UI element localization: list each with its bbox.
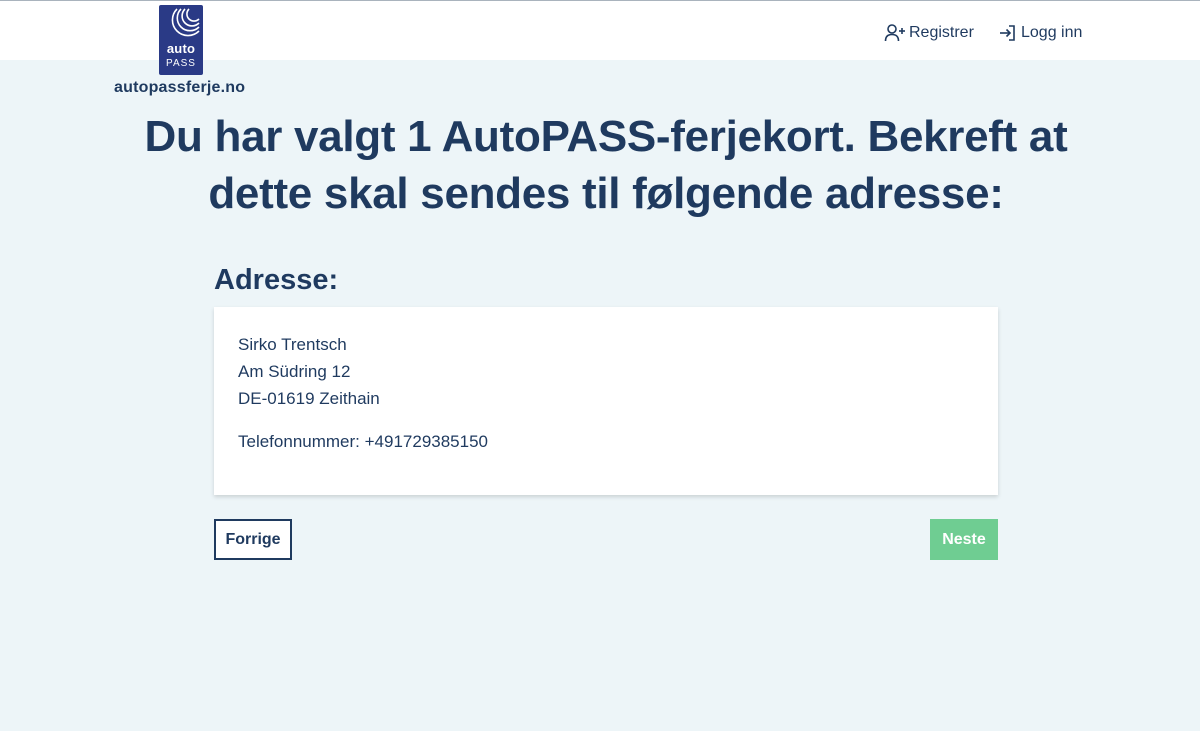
logo-text-pass: PASS — [166, 58, 196, 69]
login-label: Logg inn — [1021, 24, 1083, 41]
previous-button[interactable]: Forrige — [214, 519, 292, 560]
user-plus-icon — [884, 24, 905, 42]
login-link[interactable]: Logg inn — [998, 22, 1082, 44]
logo-text-auto: auto — [166, 41, 196, 56]
next-button[interactable]: Neste — [930, 519, 998, 560]
address-heading: Adresse: — [214, 264, 339, 296]
page-title: Du har valgt 1 AutoPASS-ferjekort. Bekre… — [144, 112, 1068, 218]
address-postal-city: DE-01619 Zeithain — [238, 389, 380, 408]
autopass-logo[interactable]: auto PASS — [159, 5, 203, 75]
address-phone: Telefonnummer: +491729385150 — [238, 432, 488, 451]
signal-waves-icon — [171, 8, 200, 37]
address-street: Am Südring 12 — [238, 362, 351, 381]
register-label: Registrer — [909, 24, 974, 41]
register-link[interactable]: Registrer — [884, 22, 974, 44]
login-icon — [1000, 25, 1015, 41]
address-name: Sirko Trentsch — [238, 335, 347, 354]
site-name: autopassferje.no — [114, 79, 246, 96]
address-card: Sirko Trentsch Am Südring 12 DE-01619 Ze… — [214, 307, 998, 495]
